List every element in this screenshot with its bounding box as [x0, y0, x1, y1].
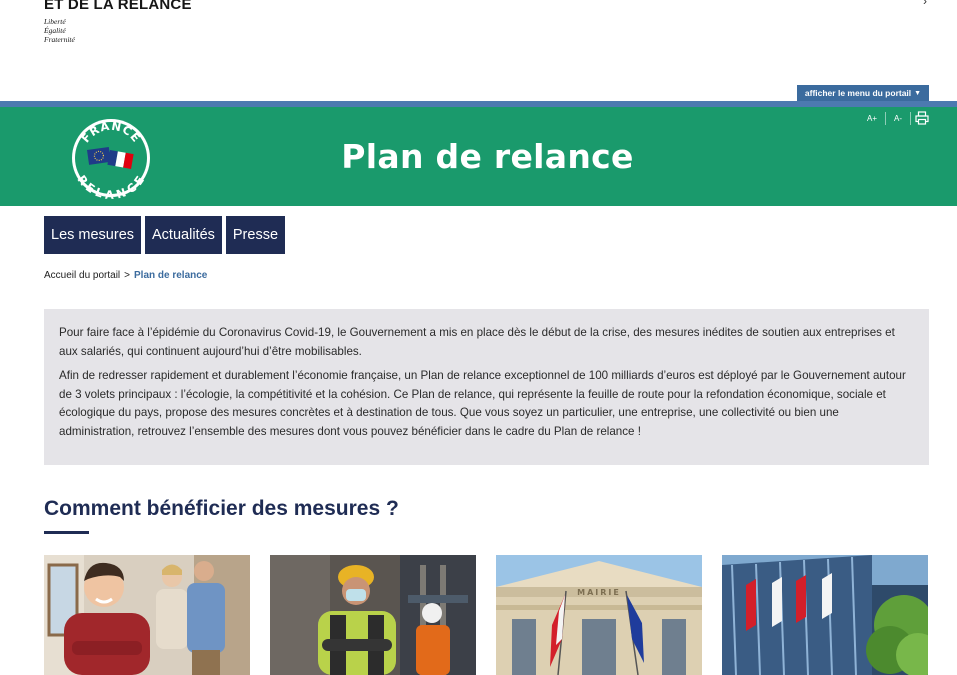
accessibility-tools: A+ A-: [859, 111, 929, 125]
portal-menu-button[interactable]: afficher le menu du portail ▼: [797, 85, 929, 101]
entreprise-photo: [270, 555, 476, 675]
collectivite-photo: MAIRIE: [496, 555, 702, 675]
card-particulier[interactable]: [44, 555, 250, 675]
chevron-icon[interactable]: ›: [923, 0, 927, 8]
card-entreprise[interactable]: [270, 555, 476, 675]
main-nav: Les mesures Actualités Presse: [44, 216, 286, 254]
republic-motto: Liberté Égalité Fraternité: [44, 17, 192, 44]
ministry-header[interactable]: ET DE LA RELANCE Liberté Égalité Fratern…: [44, 0, 192, 44]
breadcrumb: Accueil du portail > Plan de relance: [44, 270, 207, 281]
portal-menu-label: afficher le menu du portail: [804, 88, 912, 98]
card-collectivite[interactable]: MAIRIE: [496, 555, 702, 675]
breadcrumb-current: Plan de relance: [134, 270, 208, 281]
card-administration[interactable]: [722, 555, 928, 675]
breadcrumb-home-link[interactable]: Accueil du portail: [44, 270, 120, 281]
intro-box: Pour faire face à l’épidémie du Coronavi…: [44, 309, 929, 465]
page: ET DE LA RELANCE Liberté Égalité Fratern…: [0, 0, 957, 675]
banner: FRANCE RELANCE Plan de relance A+ A-: [0, 107, 957, 206]
nav-item-mesures[interactable]: Les mesures: [44, 216, 142, 254]
print-icon[interactable]: [915, 111, 929, 125]
audience-cards: MAIRIE: [44, 555, 928, 675]
ministry-title: ET DE LA RELANCE: [44, 0, 192, 13]
intro-paragraph: Afin de redresser rapidement et durablem…: [59, 369, 906, 438]
intro-paragraph: Pour faire face à l’épidémie du Coronavi…: [59, 326, 895, 358]
breadcrumb-separator: >: [124, 270, 130, 281]
divider: [910, 111, 911, 125]
particulier-photo: [44, 555, 250, 675]
motto-line: Égalité: [44, 26, 66, 35]
nav-item-actualites[interactable]: Actualités: [145, 216, 222, 254]
administration-photo: [722, 555, 928, 675]
section-underline: [44, 531, 89, 534]
mairie-sign: MAIRIE: [577, 588, 621, 597]
section-title: Comment bénéficier des mesures ?: [44, 497, 399, 520]
font-increase-button[interactable]: A+: [859, 111, 885, 125]
banner-title: Plan de relance: [341, 137, 634, 176]
nav-item-presse[interactable]: Presse: [225, 216, 286, 254]
caret-down-icon: ▼: [914, 89, 922, 97]
font-decrease-button[interactable]: A-: [886, 111, 910, 125]
motto-line: Liberté: [44, 17, 66, 26]
motto-line: Fraternité: [44, 35, 75, 44]
